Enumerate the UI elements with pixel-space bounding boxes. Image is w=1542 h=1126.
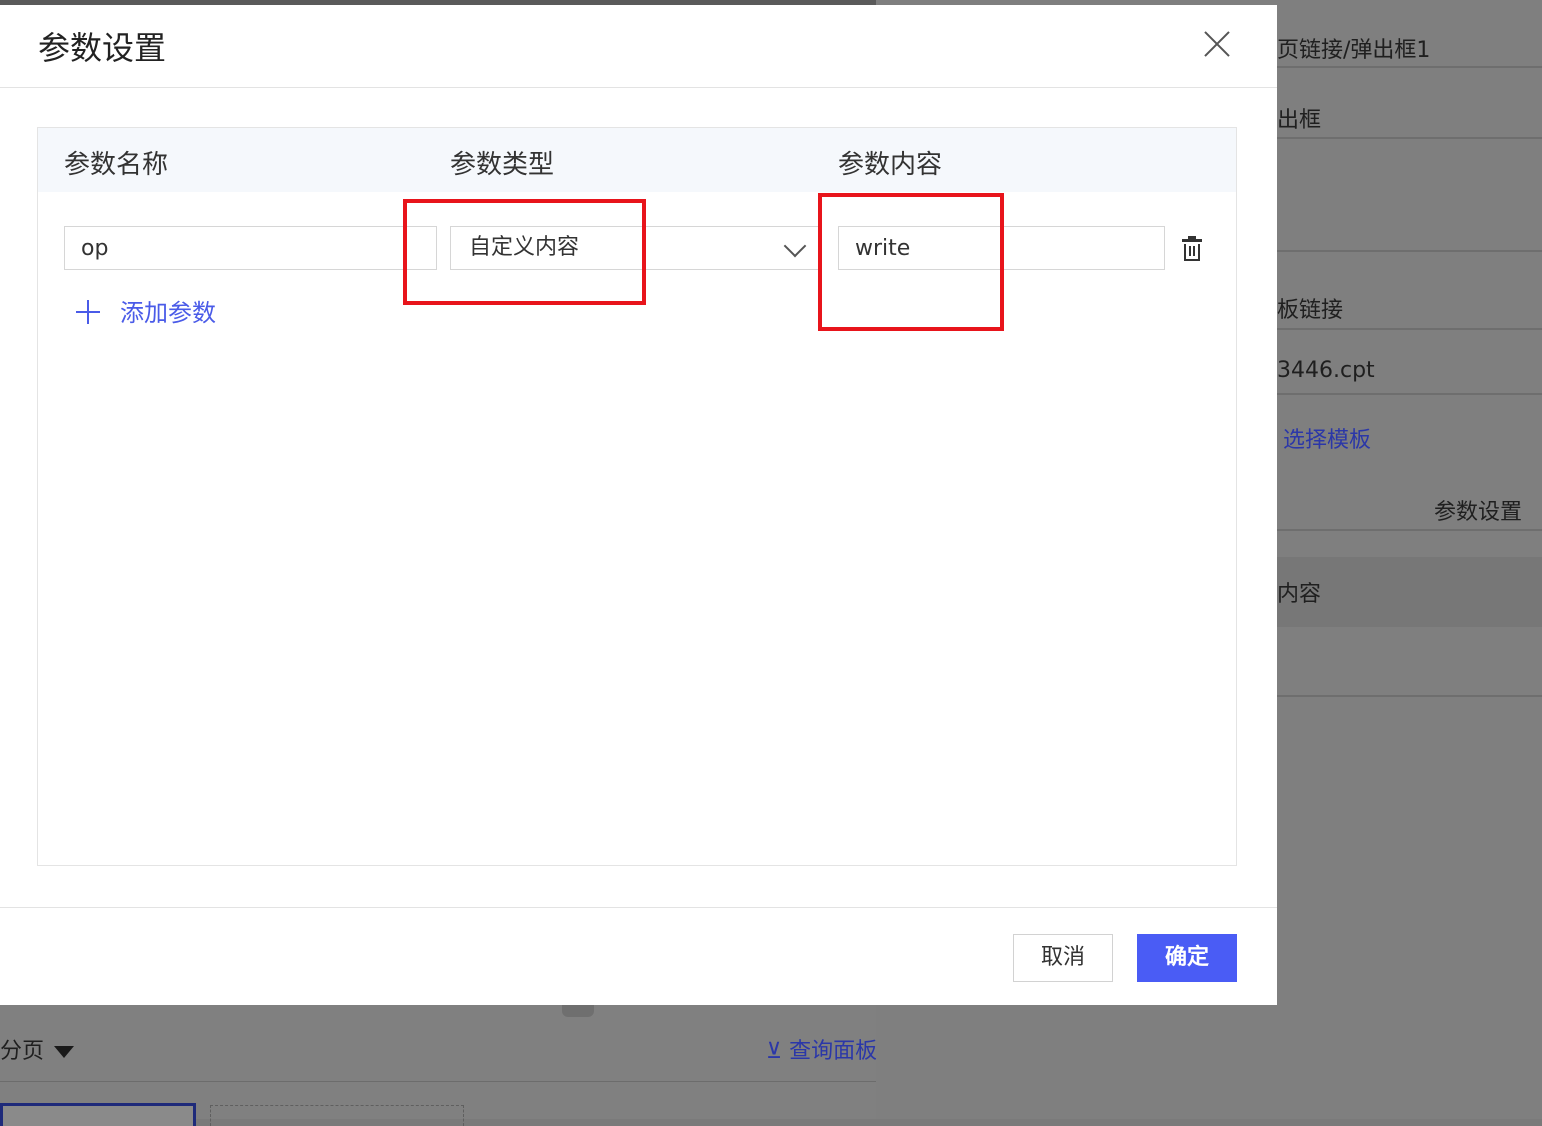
panel-row bbox=[1277, 627, 1542, 697]
param-name-input[interactable] bbox=[64, 226, 437, 270]
scroll-handle[interactable] bbox=[562, 1005, 594, 1017]
popup-label: 出框 bbox=[1277, 108, 1322, 133]
param-type-select[interactable]: 自定义内容 bbox=[450, 226, 820, 270]
param-settings-button[interactable]: 参数设置 bbox=[1434, 494, 1522, 526]
bottom-toolbar bbox=[0, 1005, 876, 1082]
page-tab-active[interactable] bbox=[0, 1103, 196, 1126]
page-tab-add[interactable] bbox=[210, 1105, 464, 1126]
close-icon[interactable] bbox=[1198, 25, 1236, 63]
chevron-down-icon bbox=[783, 234, 807, 258]
dialog-title: 参数设置 bbox=[38, 29, 167, 67]
query-panel-label: 查询面板 bbox=[789, 1039, 876, 1064]
dialog-header: 参数设置 bbox=[0, 5, 1277, 88]
cancel-button[interactable]: 取消 bbox=[1013, 934, 1113, 982]
plus-icon bbox=[76, 300, 100, 324]
template-link-label: 板链接 bbox=[1277, 298, 1344, 323]
caret-down-icon bbox=[54, 1046, 75, 1058]
filter-icon: ⊻ bbox=[766, 1039, 783, 1064]
pagination-label: 分页 bbox=[0, 1039, 45, 1064]
column-header-name: 参数名称 bbox=[64, 150, 169, 180]
panel-row bbox=[1277, 140, 1542, 252]
trash-icon[interactable] bbox=[1181, 236, 1203, 262]
query-panel-link[interactable]: ⊻ 查询面板 bbox=[766, 1033, 876, 1065]
column-header-content: 参数内容 bbox=[838, 150, 943, 180]
add-param-label: 添加参数 bbox=[120, 299, 216, 327]
choose-template-link[interactable]: 选择模板 bbox=[1283, 422, 1371, 454]
param-type-value: 自定义内容 bbox=[469, 235, 580, 260]
template-file-name: 3446.cpt bbox=[1277, 358, 1375, 383]
param-settings-dialog: 参数设置 参数名称 参数类型 参数内容 自定义内容 添加参数 取消 确定 bbox=[0, 5, 1277, 1005]
pagination-dropdown[interactable]: 分页 bbox=[0, 1033, 75, 1065]
popup-link-label: 页链接/弹出框1 bbox=[1277, 38, 1431, 63]
column-header-type: 参数类型 bbox=[450, 150, 555, 180]
param-value-input[interactable] bbox=[838, 226, 1165, 270]
confirm-button[interactable]: 确定 bbox=[1137, 934, 1237, 982]
dialog-footer: 取消 确定 bbox=[0, 907, 1277, 1006]
param-table-header: 参数名称 参数类型 参数内容 bbox=[38, 128, 1236, 192]
add-param-button[interactable]: 添加参数 bbox=[76, 293, 216, 328]
param-table: 参数名称 参数类型 参数内容 自定义内容 添加参数 bbox=[37, 127, 1237, 866]
content-label: 内容 bbox=[1277, 582, 1322, 607]
